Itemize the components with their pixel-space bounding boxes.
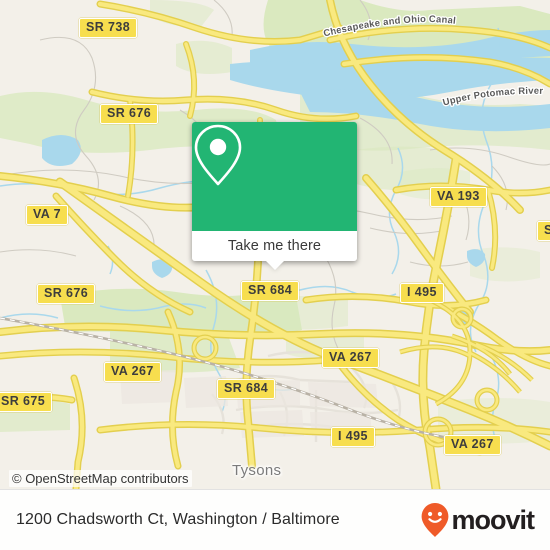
popup-icon-area bbox=[192, 122, 357, 231]
road-shield-va-267-e[interactable]: VA 267 bbox=[444, 435, 501, 455]
road-shield-sr-676-s[interactable]: SR 676 bbox=[37, 284, 96, 304]
take-me-there-label: Take me there bbox=[227, 238, 322, 254]
road-shield-va-193[interactable]: VA 193 bbox=[430, 187, 487, 207]
road-shield-va-267-w[interactable]: VA 267 bbox=[104, 362, 161, 382]
map-screenshot: Chesapeake and Ohio Canal Upper Potomac … bbox=[0, 0, 550, 550]
moovit-logo[interactable]: moovit bbox=[420, 502, 535, 538]
road-shield-va-267-c[interactable]: VA 267 bbox=[322, 348, 379, 368]
road-shield-sr-675[interactable]: SR 675 bbox=[0, 392, 53, 412]
moovit-pin-icon bbox=[422, 503, 449, 537]
place-label-tysons: Tysons bbox=[232, 462, 282, 479]
map-pin-icon bbox=[194, 124, 242, 186]
popup-tail bbox=[265, 261, 284, 270]
road-shield-partial-right[interactable]: S bbox=[537, 221, 550, 241]
osm-attribution[interactable]: © OpenStreetMap contributors bbox=[9, 470, 192, 487]
map-canvas[interactable]: Chesapeake and Ohio Canal Upper Potomac … bbox=[0, 0, 550, 489]
road-shield-sr-684-n[interactable]: SR 684 bbox=[241, 281, 300, 301]
road-shield-sr-684-s[interactable]: SR 684 bbox=[217, 379, 276, 399]
road-shield-sr-676-n[interactable]: SR 676 bbox=[100, 104, 159, 124]
location-popup[interactable]: Take me there bbox=[192, 122, 357, 270]
popup-action-bar[interactable]: Take me there bbox=[192, 231, 357, 270]
road-shield-va-7[interactable]: VA 7 bbox=[26, 205, 68, 225]
moovit-wordmark: moovit bbox=[451, 504, 535, 535]
road-shield-i-495-n[interactable]: I 495 bbox=[400, 283, 444, 303]
address-title: 1200 Chadsworth Ct, Washington / Baltimo… bbox=[16, 511, 340, 528]
road-shield-i-495-s[interactable]: I 495 bbox=[331, 427, 375, 447]
road-shield-sr-738[interactable]: SR 738 bbox=[79, 18, 138, 38]
footer-bar: 1200 Chadsworth Ct, Washington / Baltimo… bbox=[0, 489, 550, 550]
